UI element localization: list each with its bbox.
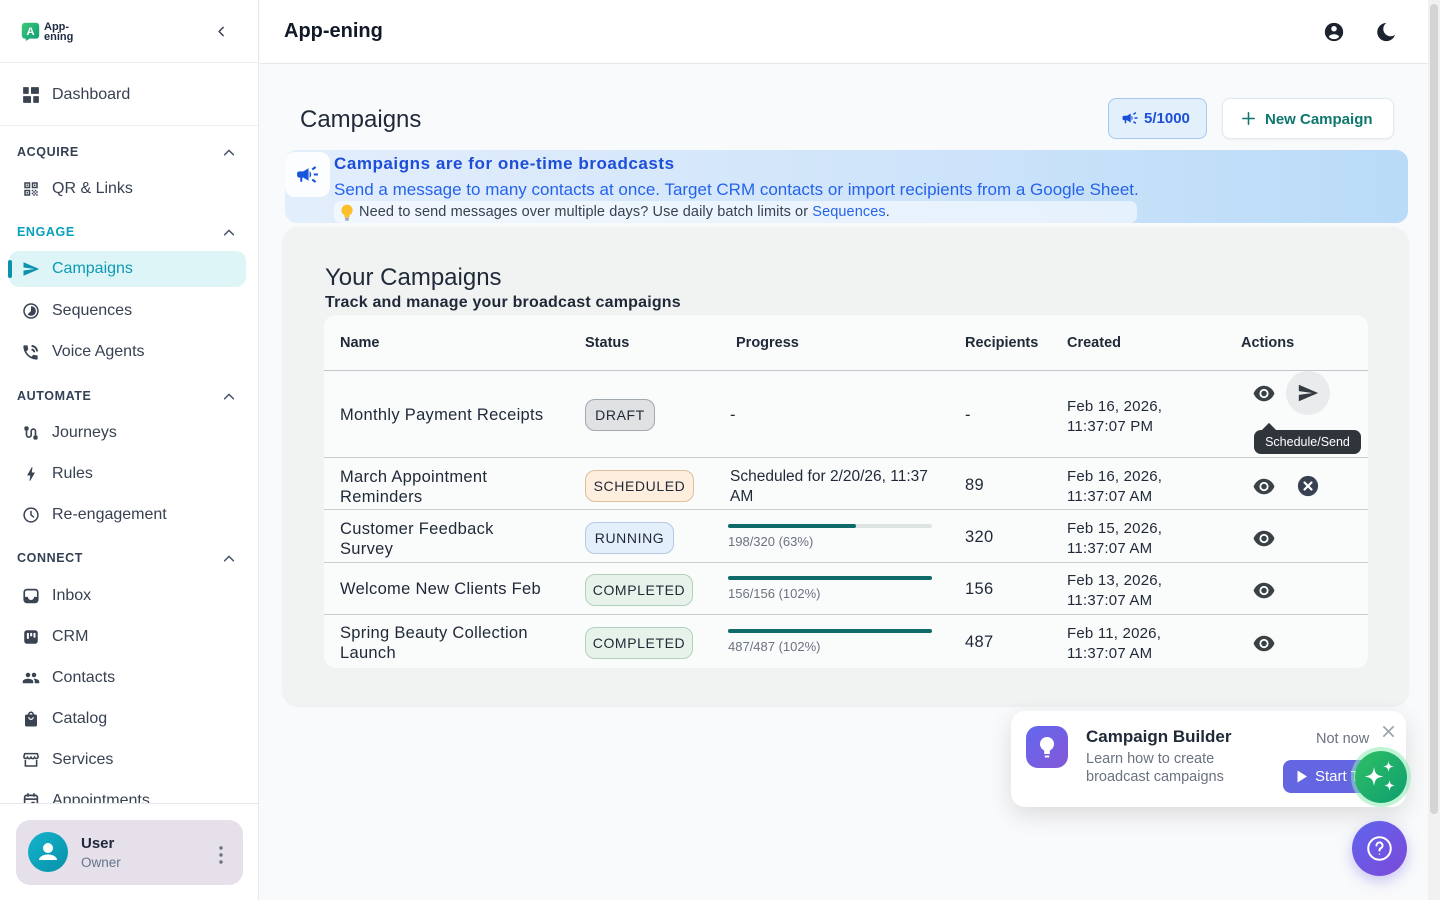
svg-text:A: A (26, 26, 34, 38)
